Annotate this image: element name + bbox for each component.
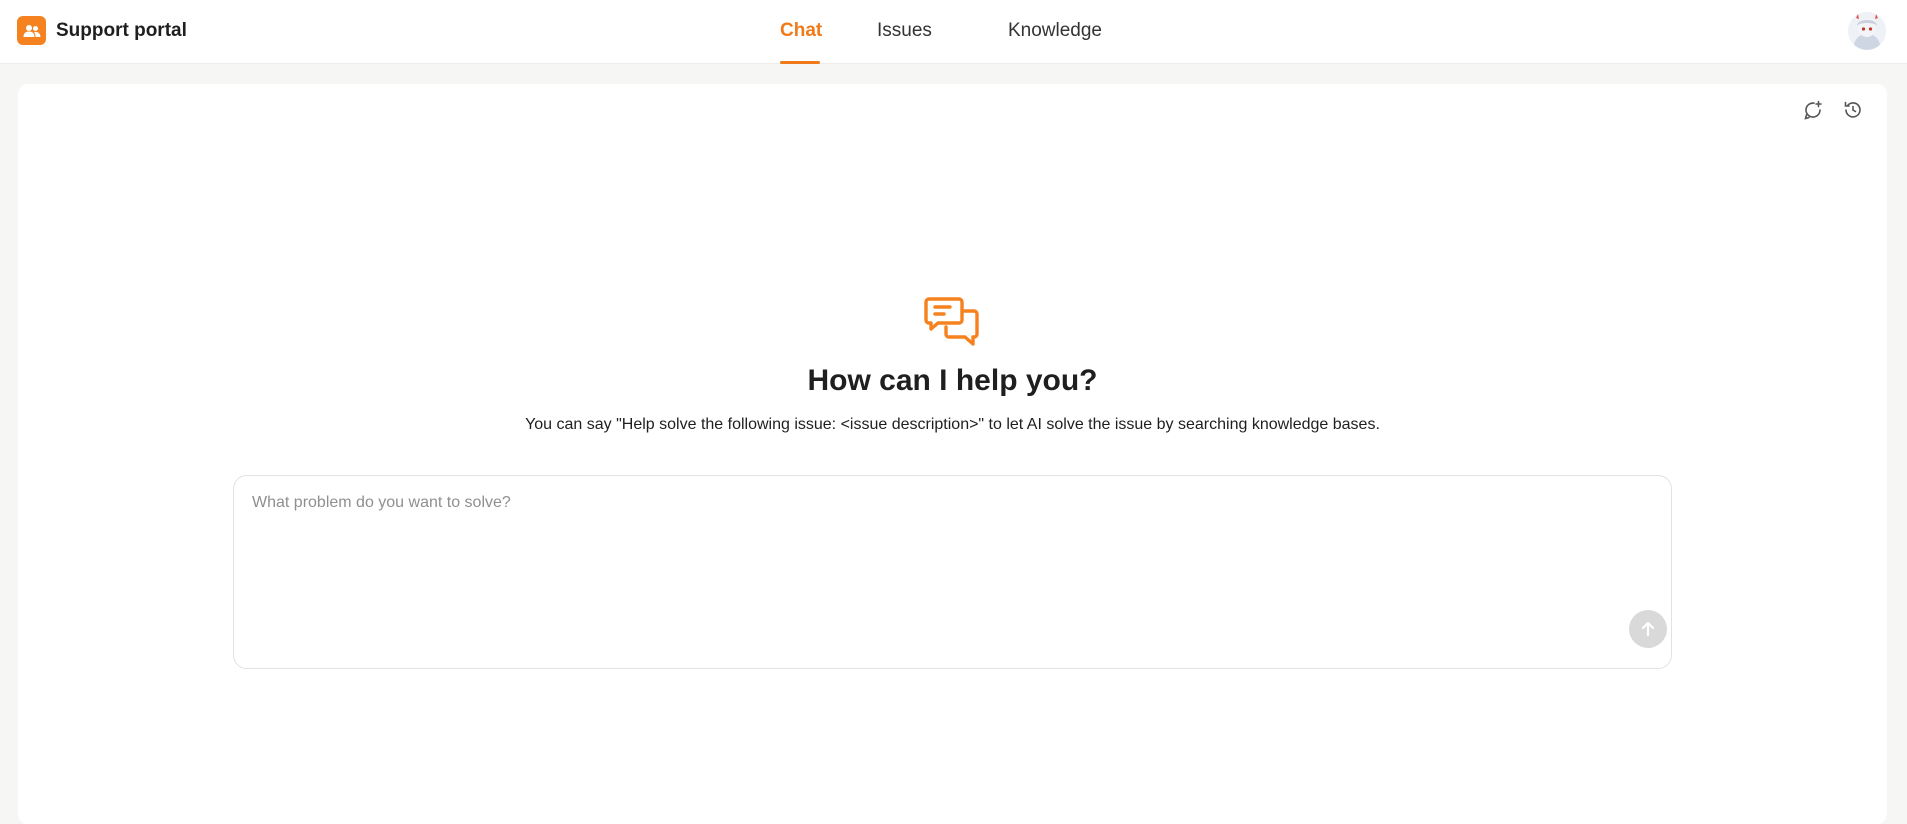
welcome-title: How can I help you? bbox=[807, 364, 1098, 397]
tab-knowledge-base[interactable]: Knowledge base bbox=[985, 0, 1125, 103]
avatar[interactable] bbox=[1848, 12, 1886, 50]
new-chat-icon[interactable] bbox=[1801, 98, 1825, 122]
tab-chat[interactable]: Chat bbox=[780, 0, 822, 64]
problem-input[interactable] bbox=[252, 494, 1632, 614]
top-bar: Support portal Chat Issues Knowledge bas… bbox=[0, 0, 1907, 103]
send-button[interactable] bbox=[1629, 610, 1667, 648]
chat-bubbles-icon bbox=[924, 294, 980, 355]
main-nav: Chat Issues Knowledge base bbox=[0, 0, 1907, 103]
chat-panel: How can I help you? You can say "Help so… bbox=[18, 84, 1887, 824]
message-composer bbox=[233, 475, 1672, 669]
tab-issues[interactable]: Issues bbox=[877, 0, 932, 64]
chat-toolbar bbox=[1801, 98, 1865, 122]
arrow-up-icon bbox=[1641, 621, 1655, 637]
history-icon[interactable] bbox=[1841, 98, 1865, 122]
welcome-subtitle: You can say "Help solve the following is… bbox=[525, 416, 1380, 433]
